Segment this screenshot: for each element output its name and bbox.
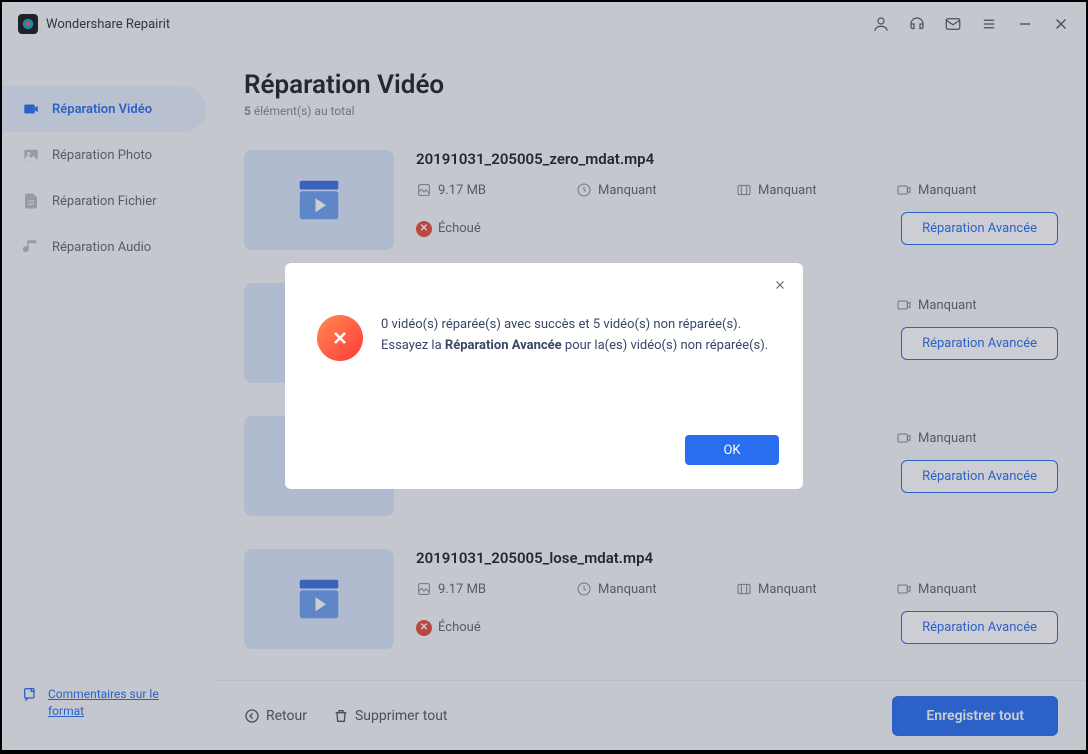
modal-message: 0 vidéo(s) réparée(s) avec succès et 5 v… (381, 315, 771, 357)
modal-ok-button[interactable]: OK (685, 435, 779, 465)
modal-overlay: 0 vidéo(s) réparée(s) avec succès et 5 v… (2, 2, 1086, 750)
result-modal: 0 vidéo(s) réparée(s) avec succès et 5 v… (285, 263, 803, 489)
modal-close-button[interactable] (773, 277, 787, 296)
error-icon (317, 315, 363, 361)
